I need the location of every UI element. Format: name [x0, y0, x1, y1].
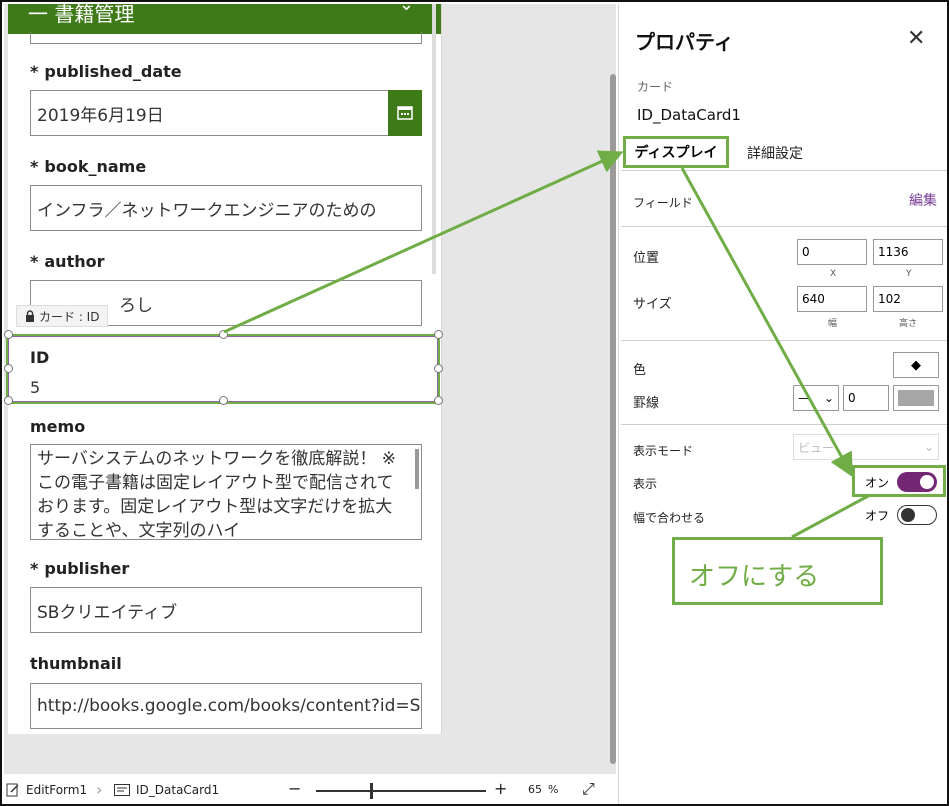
tab-advanced[interactable]: 詳細設定	[747, 143, 803, 163]
resize-handle-right[interactable]	[434, 364, 443, 373]
color-label: 色	[633, 363, 647, 378]
y-caption: Y	[906, 269, 912, 279]
zoom-in-button[interactable]: +	[494, 779, 507, 798]
thumbnail-input[interactable]: http://books.google.com/books/content?id…	[30, 683, 422, 729]
height-caption: 高さ	[899, 319, 918, 329]
calendar-icon	[397, 106, 413, 120]
resize-handle-left[interactable]	[4, 364, 13, 373]
annotation-toggle-highlight	[852, 465, 946, 497]
breadcrumb-card[interactable]: ID_DataCard1	[114, 783, 219, 797]
annotation-callout: オフにする	[672, 537, 883, 605]
book-name-label: * book_name	[30, 157, 147, 176]
form-icon	[6, 783, 19, 797]
form-header: 一 書籍管理 ⌄	[8, 4, 441, 34]
resize-handle-top-left[interactable]	[4, 330, 13, 339]
height-input[interactable]: 102	[873, 286, 943, 312]
screenshot-frame: 一 書籍管理 ⌄ * published_date 2019年6月19日 * boo…	[0, 0, 949, 806]
divider	[621, 340, 947, 341]
breadcrumb-separator-icon: ›	[96, 780, 103, 799]
divider	[621, 424, 947, 425]
chevron-down-icon: ⌄	[823, 391, 834, 405]
partial-field-box	[30, 32, 422, 44]
toggle-knob	[901, 508, 915, 522]
memo-textarea[interactable]: サーバシステムのネットワークを徹底解説！ ※この電子書籍は固定レイアウト型で配信…	[30, 444, 422, 540]
selected-card-outline	[8, 336, 438, 402]
card-tag: カード : ID	[16, 305, 109, 327]
zoom-slider-thumb[interactable]	[370, 783, 373, 799]
resize-handle-top-right[interactable]	[434, 330, 443, 339]
lock-icon	[26, 310, 34, 322]
thumbnail-label: thumbnail	[30, 654, 122, 673]
x-caption: X	[830, 269, 837, 279]
fill-color-button[interactable]: ◆	[893, 352, 939, 378]
size-label: サイズ	[633, 297, 672, 312]
bottom-bar: EditForm1 › ID_DataCard1 − + 65 % ⤢	[4, 774, 616, 804]
width-input[interactable]: 640	[797, 286, 867, 312]
callout-text: オフにする	[689, 562, 820, 592]
zoom-slider-track[interactable]	[316, 790, 486, 792]
breadcrumb-form[interactable]: EditForm1	[6, 783, 87, 797]
memo-label: memo	[30, 417, 86, 436]
paint-bucket-icon: ◆	[911, 357, 921, 373]
resize-handle-bottom-left[interactable]	[4, 396, 13, 405]
divider	[621, 226, 947, 227]
panel-title: プロパティ	[635, 30, 734, 54]
publisher-input[interactable]: SBクリエイティブ	[30, 587, 422, 633]
display-mode-label: 表示モード	[633, 444, 694, 458]
card-name: ID_DataCard1	[637, 106, 741, 124]
position-y-input[interactable]: 1136	[873, 239, 943, 265]
fit-screen-icon[interactable]: ⤢	[582, 779, 595, 799]
published-date-label: * published_date	[30, 62, 182, 81]
card-icon	[114, 784, 130, 796]
divider	[621, 170, 947, 171]
canvas-scrollbar[interactable]	[610, 74, 616, 764]
form-header-title: 一 書籍管理	[28, 4, 135, 26]
form-inner-scrollbar[interactable]	[432, 4, 436, 274]
border-width-input[interactable]: 0	[843, 385, 889, 411]
memo-scrollbar[interactable]	[415, 449, 419, 489]
chevron-down-icon: ⌄	[923, 440, 934, 454]
calendar-button[interactable]	[388, 90, 422, 136]
canvas-area: 一 書籍管理 ⌄ * published_date 2019年6月19日 * boo…	[4, 4, 616, 774]
tab-display[interactable]: ディスプレイ	[623, 136, 729, 168]
zoom-out-button[interactable]: −	[288, 779, 301, 798]
chevron-down-icon[interactable]: ⌄	[399, 4, 414, 15]
author-label: * author	[30, 252, 105, 271]
fit-width-state: オフ	[865, 509, 890, 523]
zoom-value: 65	[528, 783, 542, 796]
resize-handle-top[interactable]	[219, 330, 228, 339]
panel-subtitle: カード	[637, 80, 674, 94]
border-label: 罫線	[633, 396, 660, 411]
resize-handle-bottom[interactable]	[219, 396, 228, 405]
position-label: 位置	[633, 251, 660, 266]
display-mode-dropdown[interactable]: ビュー ⌄	[793, 434, 939, 460]
fit-width-label: 幅で合わせる	[633, 511, 706, 525]
book-name-input[interactable]: インフラ／ネットワークエンジニアのための	[30, 185, 422, 231]
position-x-input[interactable]: 0	[797, 239, 867, 265]
published-date-input[interactable]: 2019年6月19日	[30, 90, 390, 136]
close-icon[interactable]: ✕	[907, 26, 925, 51]
fit-width-toggle[interactable]	[897, 505, 937, 525]
width-caption: 幅	[828, 319, 838, 329]
edit-link[interactable]: 編集	[909, 190, 937, 210]
border-style-dropdown[interactable]: — ⌄	[793, 385, 839, 411]
zoom-unit: %	[548, 783, 559, 796]
properties-panel: プロパティ ✕ カード ID_DataCard1 ディスプレイ 詳細設定 フィー…	[618, 4, 947, 804]
border-color-button[interactable]	[893, 385, 939, 411]
resize-handle-bottom-right[interactable]	[434, 396, 443, 405]
visible-label: 表示	[633, 477, 658, 491]
border-color-swatch	[898, 390, 934, 406]
field-label: フィールド	[633, 196, 693, 210]
publisher-label: * publisher	[30, 559, 130, 578]
